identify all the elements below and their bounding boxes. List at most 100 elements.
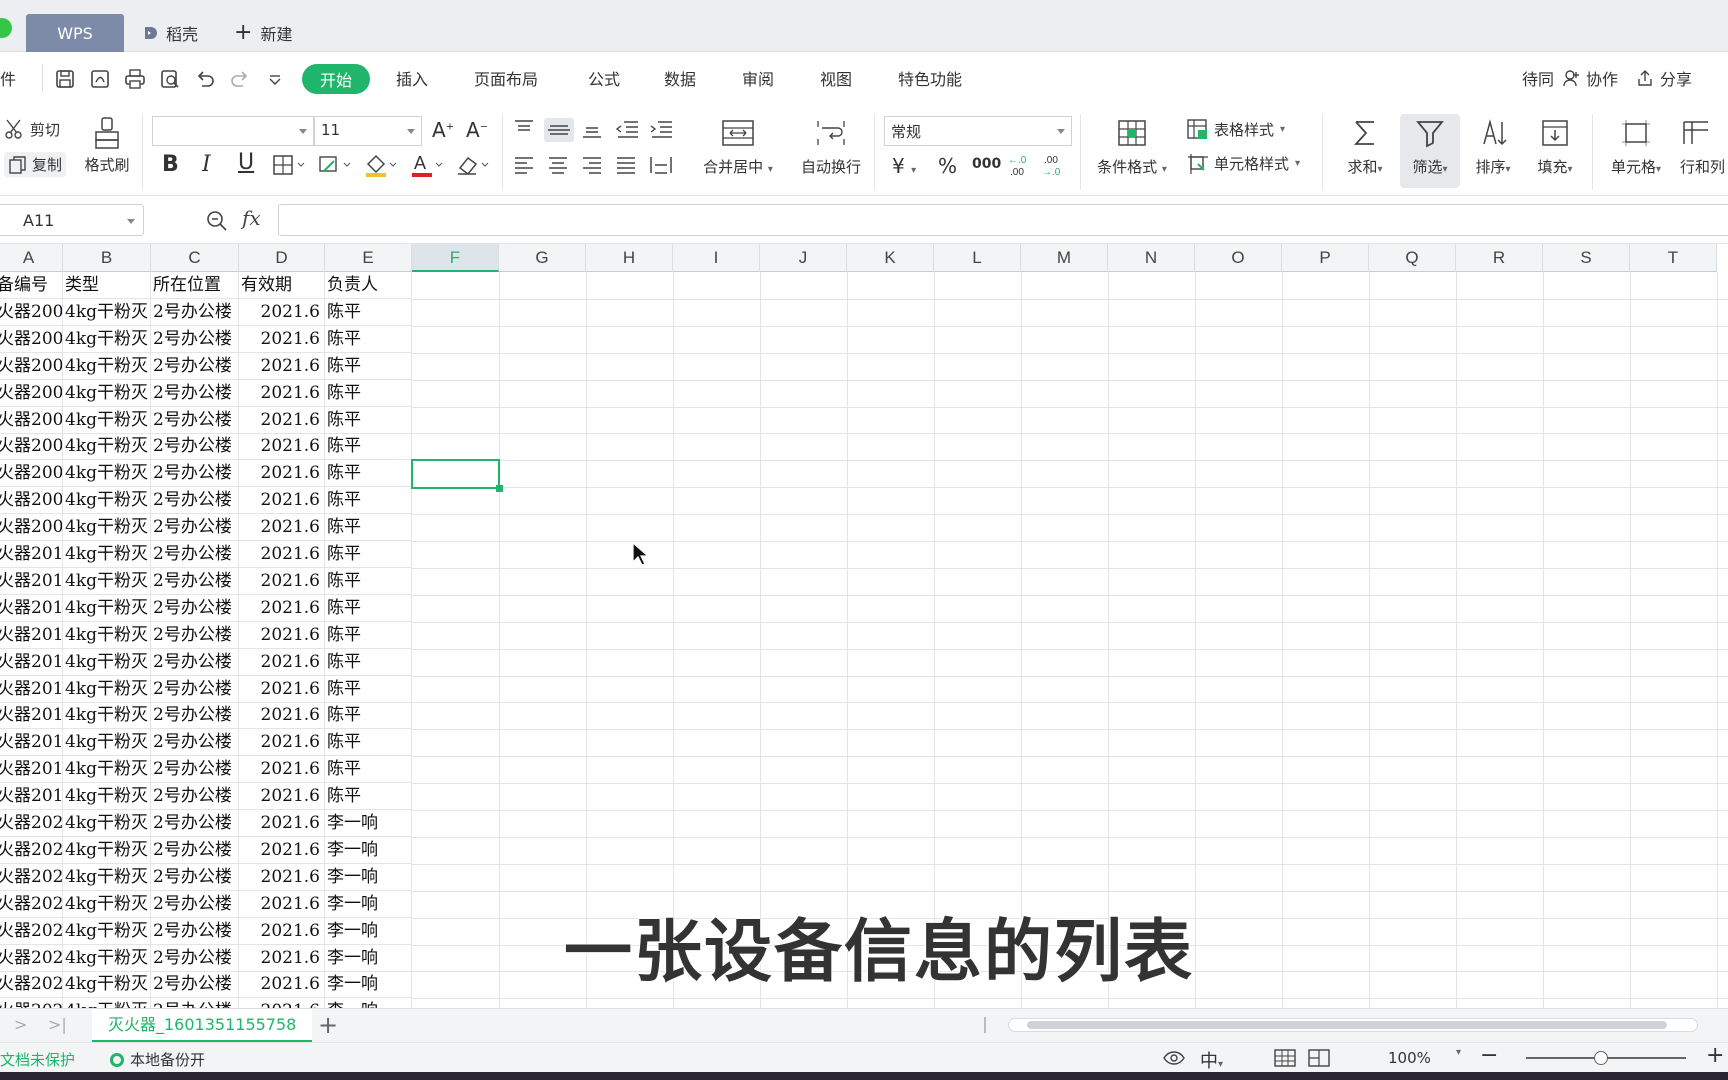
table-cell[interactable]: 陈平 [325,702,412,730]
print-preview-icon[interactable] [159,68,181,90]
table-cell[interactable]: 陈平 [325,621,412,649]
column-header-d[interactable]: D [239,244,325,272]
zoom-dropdown-icon[interactable]: ▾ [1456,1047,1461,1058]
column-header-a[interactable]: A [0,244,63,272]
cell-style-button[interactable]: 单元格样式 ▾ [1186,152,1300,174]
table-cell[interactable]: 4kg干粉灭 [63,971,151,999]
column-header-f[interactable]: F [412,244,499,272]
table-cell[interactable]: 2号办公楼 [151,675,239,703]
table-cell[interactable]: 4kg干粉灭 [63,648,151,676]
border-icon[interactable] [272,154,308,176]
fill-color-icon[interactable] [364,152,400,178]
table-cell[interactable]: 2号办公楼 [151,514,239,542]
table-cell[interactable]: 陈平 [325,675,412,703]
column-header-e[interactable]: E [325,244,412,272]
name-box[interactable]: A11 [0,204,144,236]
pending-sync-button[interactable]: 待同 [1522,66,1554,90]
table-cell[interactable]: 2号办公楼 [151,406,239,434]
table-cell[interactable]: 2号办公楼 [151,702,239,730]
column-header-b[interactable]: B [63,244,151,272]
table-cell[interactable]: 2021.6 [239,433,325,461]
table-cell[interactable]: 2号办公楼 [151,567,239,595]
split-handle[interactable] [984,1017,986,1033]
table-cell[interactable]: 2021.6 [239,325,325,353]
menu-formulas[interactable]: 公式 [588,66,620,90]
header-cell[interactable]: 负责人 [325,272,412,299]
table-cell[interactable]: 4kg干粉灭 [63,352,151,380]
table-cell[interactable]: 李一响 [325,810,412,837]
table-cell[interactable]: 4kg干粉灭 [63,702,151,730]
table-cell[interactable]: 4kg干粉灭 [63,998,151,1008]
table-cell[interactable]: 火器201 [0,729,63,757]
undo-icon[interactable] [194,68,216,90]
table-cell[interactable]: 2号办公楼 [151,783,239,811]
column-header-h[interactable]: H [586,244,673,272]
table-cell[interactable]: 4kg干粉灭 [63,541,151,568]
justify-icon[interactable] [614,154,638,176]
table-cell[interactable]: 2号办公楼 [151,863,239,891]
table-cell[interactable]: 2021.6 [239,648,325,676]
active-cell-selection[interactable] [411,459,500,490]
fill-handle[interactable] [496,485,503,493]
print-icon[interactable] [124,68,146,90]
table-cell[interactable]: 4kg干粉灭 [63,514,151,542]
table-cell[interactable]: 2021.6 [239,460,325,488]
table-cell[interactable]: 2021.6 [239,621,325,649]
conditional-format-button[interactable]: 条件格式 ▾ [1090,118,1174,177]
column-header-m[interactable]: M [1021,244,1108,272]
input-method-icon[interactable]: 中▾ [1200,1047,1223,1073]
table-cell[interactable]: 2021.6 [239,514,325,542]
table-cell[interactable]: 4kg干粉灭 [63,325,151,353]
column-header-r[interactable]: R [1456,244,1543,272]
fill-button[interactable]: 填充▾ [1526,118,1584,177]
align-left-icon[interactable] [512,154,536,176]
table-cell[interactable]: 火器200 [0,514,63,542]
currency-icon[interactable]: ¥ ▾ [892,154,916,178]
add-sheet-button[interactable]: + [318,1011,338,1039]
table-cell[interactable]: 火器201 [0,702,63,730]
table-cell[interactable]: 陈平 [325,729,412,757]
filter-button[interactable]: 筛选▾ [1400,114,1460,188]
table-cell[interactable]: 2021.6 [239,863,325,891]
table-cell[interactable]: 2021.6 [239,783,325,811]
horizontal-scrollbar[interactable] [1008,1018,1698,1032]
table-cell[interactable]: 2号办公楼 [151,944,239,972]
table-cell[interactable]: 火器200 [0,460,63,488]
merge-center-button[interactable]: 合并居中 ▾ [698,118,778,177]
scrollbar-thumb[interactable] [1027,1021,1667,1029]
table-cell[interactable]: 火器200 [0,325,63,353]
table-cell[interactable]: 李一响 [325,917,412,945]
table-cell[interactable]: 陈平 [325,567,412,595]
table-cell[interactable]: 陈平 [325,541,412,568]
zoom-in-button[interactable]: + [1706,1043,1724,1068]
table-cell[interactable]: 李一响 [325,944,412,972]
menu-review[interactable]: 审阅 [742,66,774,90]
table-cell[interactable]: 陈平 [325,460,412,488]
table-cell[interactable]: 火器200 [0,298,63,326]
table-cell[interactable]: 火器202 [0,863,63,891]
table-cell[interactable]: 火器201 [0,783,63,811]
zoom-slider-knob[interactable] [1594,1051,1608,1065]
insert-function-icon[interactable]: fx [242,206,261,230]
table-cell[interactable]: 4kg干粉灭 [63,729,151,757]
tab-wps[interactable]: WPS [26,14,124,52]
table-cell[interactable]: 火器202 [0,917,63,945]
align-right-icon[interactable] [580,154,604,176]
table-cell[interactable]: 4kg干粉灭 [63,433,151,461]
column-header-s[interactable]: S [1543,244,1630,272]
header-cell[interactable]: 所在位置 [151,272,239,299]
table-cell[interactable]: 火器201 [0,756,63,784]
cut-button[interactable]: 剪切 [4,118,60,140]
table-cell[interactable]: 4kg干粉灭 [63,594,151,622]
table-cell[interactable]: 4kg干粉灭 [63,487,151,515]
table-cell[interactable]: 火器202 [0,836,63,864]
table-cell[interactable]: 2号办公楼 [151,890,239,918]
table-cell[interactable]: 陈平 [325,594,412,622]
table-cell[interactable]: 2号办公楼 [151,756,239,784]
table-cell[interactable]: 2021.6 [239,352,325,380]
new-tab-button[interactable]: + 新建 [216,14,310,52]
tab-daoke[interactable]: 稻壳 [124,14,216,52]
table-style-button[interactable]: 表格样式 ▾ [1186,118,1285,140]
table-cell[interactable]: 4kg干粉灭 [63,944,151,972]
table-cell[interactable]: 4kg干粉灭 [63,863,151,891]
